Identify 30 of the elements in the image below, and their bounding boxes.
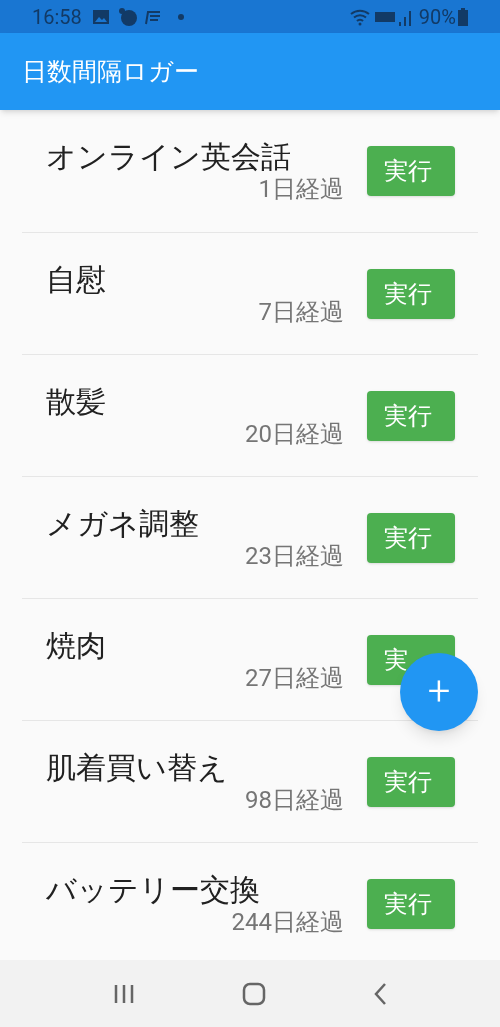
item-title: 自慰 (46, 261, 107, 298)
back-icon[interactable] (372, 982, 387, 1005)
elapsed-days: 1日経過 (258, 175, 344, 203)
run-button[interactable]: 実行 (367, 512, 455, 563)
elapsed-days: 7日経過 (258, 297, 344, 326)
item-title: メガネ調整 (46, 505, 200, 542)
run-button[interactable]: 実行 (367, 268, 455, 319)
item-title: 肌着買い替え (46, 749, 229, 786)
app-title: 日数間隔ロガー (22, 55, 199, 88)
dot-icon (177, 13, 184, 20)
elapsed-days: 98日経過 (245, 785, 344, 814)
item-title: 焼肉 (46, 627, 107, 664)
app-notification-icon (117, 6, 138, 27)
elapsed-days: 23日経過 (245, 541, 344, 570)
elapsed-days: 27日経過 (245, 663, 344, 692)
run-button[interactable]: 実行 (367, 390, 455, 441)
item-title: バッテリー交換 (46, 871, 261, 908)
item-title: 散髪 (46, 383, 107, 420)
battery-icon (458, 7, 468, 26)
elapsed-days: 244日経過 (231, 907, 344, 936)
recent-apps-icon[interactable] (113, 983, 136, 1004)
home-icon[interactable] (242, 981, 266, 1006)
battery-percent: 90% (418, 3, 456, 31)
item-title: オンライン英会話 (46, 139, 292, 175)
run-button[interactable]: 実行 (367, 756, 455, 807)
status-time: 16:58 (32, 3, 82, 31)
run-button[interactable]: 実行 (367, 878, 455, 929)
run-button[interactable]: 実行 (367, 146, 455, 196)
image-icon (91, 8, 110, 25)
elapsed-days: 20日経過 (245, 419, 344, 448)
